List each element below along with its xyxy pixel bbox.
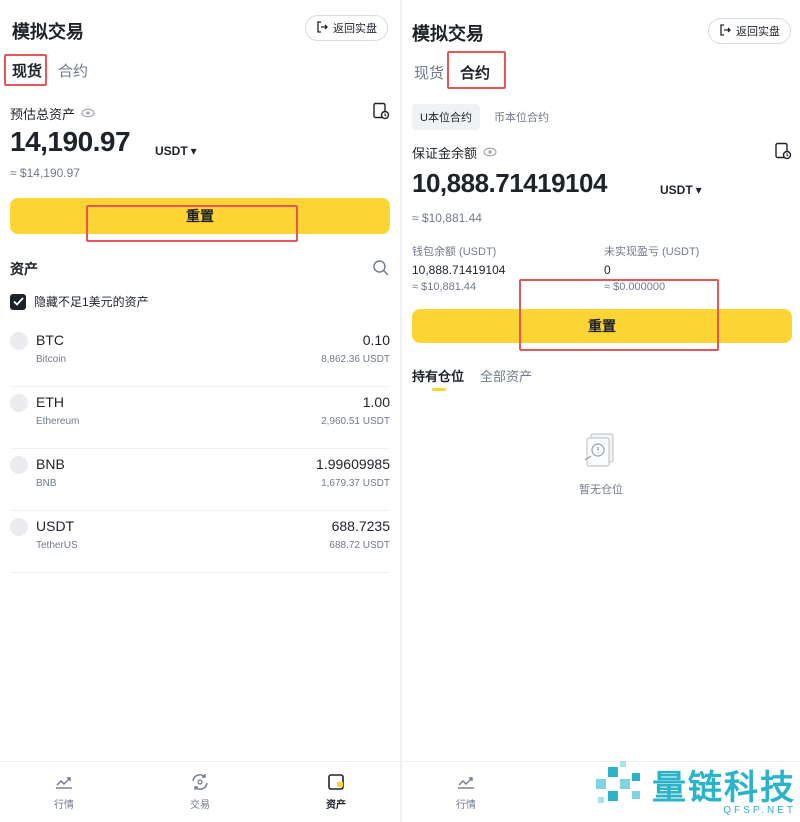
coin-name: BNB — [36, 478, 57, 489]
nav-market-label: 行情 — [54, 800, 74, 811]
coin-amount: 0.10 — [362, 332, 390, 348]
coin-amount: 688.7235 — [331, 518, 390, 534]
coin-icon — [10, 332, 28, 350]
margin-value: 10,888.71419104 — [412, 168, 607, 198]
assets-title: 资产 — [10, 261, 38, 277]
caret-down-icon: ▾ — [695, 183, 702, 197]
coin-name: Bitcoin — [36, 354, 67, 365]
coin-amount: 1.99609985 — [316, 456, 390, 472]
highlight-box — [4, 54, 47, 86]
tab-all-assets[interactable]: 全部资产 — [480, 366, 532, 385]
coin-icon — [10, 456, 28, 474]
coin-usd-value: 8,862.36 USDT — [321, 354, 390, 365]
nav-trade-label: 交易 — [190, 800, 210, 811]
wallet-icon — [306, 772, 366, 792]
tab-futures[interactable]: 合约 — [56, 60, 90, 81]
coin-symbol: ETH — [36, 394, 64, 410]
coin-usd-value: 688.72 USDT — [329, 540, 390, 551]
tab-positions[interactable]: 持有仓位 — [412, 366, 464, 385]
active-tab-indicator — [432, 388, 446, 391]
unit-selector[interactable]: USDT ▾ — [660, 183, 702, 197]
empty-positions: 暂无仓位 — [402, 430, 800, 497]
back-to-live-button[interactable]: 返回实盘 — [708, 18, 791, 44]
empty-document-icon — [581, 433, 621, 474]
coin-amount: 1.00 — [362, 394, 390, 410]
coin-symbol: BTC — [36, 332, 64, 348]
eye-icon[interactable] — [483, 145, 497, 160]
nav-assets-label: 资产 — [326, 800, 346, 811]
nav-market[interactable]: 行情 — [436, 772, 496, 811]
search-icon[interactable] — [372, 259, 390, 282]
margin-row: 保证金余额 — [412, 143, 497, 162]
unit-selector[interactable]: USDT ▾ — [155, 144, 197, 158]
asset-row[interactable]: USDT TetherUS 688.7235 688.72 USDT — [10, 510, 390, 573]
wallet-balance-approx: ≈ $10,881.44 — [412, 281, 477, 293]
coin-usd-value: 1,679.37 USDT — [321, 478, 390, 489]
total-approx: ≈ $14,190.97 — [10, 166, 80, 180]
unit-label: USDT — [155, 144, 188, 158]
asset-row[interactable]: BNB BNB 1.99609985 1,679.37 USDT — [10, 448, 390, 511]
subtab-coinm[interactable]: 币本位合约 — [486, 104, 557, 130]
caret-down-icon: ▾ — [190, 144, 197, 158]
unit-label: USDT — [660, 183, 693, 197]
hide-small-label: 隐藏不足1美元的资产 — [34, 295, 149, 309]
asset-row[interactable]: ETH Ethereum 1.00 2,960.51 USDT — [10, 386, 390, 449]
bottom-nav: 行情 交易 资产 — [0, 761, 400, 822]
watermark: 量链科技 QFSP.NET — [590, 757, 796, 818]
watermark-logo-icon — [590, 757, 646, 818]
nav-trade[interactable]: 交易 — [170, 772, 230, 811]
coin-name: TetherUS — [36, 540, 78, 551]
subtab-usdm[interactable]: U本位合约 — [412, 104, 480, 130]
page-title: 模拟交易 — [12, 22, 84, 42]
coin-usd-value: 2,960.51 USDT — [321, 416, 390, 427]
exit-icon — [719, 23, 731, 39]
swap-icon — [170, 772, 230, 792]
chart-line-icon — [34, 772, 94, 792]
checkbox[interactable] — [10, 293, 26, 310]
history-icon[interactable] — [774, 142, 792, 165]
unrealized-pnl-value: 0 — [604, 263, 611, 277]
back-to-live-button[interactable]: 返回实盘 — [305, 15, 388, 41]
history-icon[interactable] — [372, 102, 390, 125]
tab-spot[interactable]: 现货 — [412, 62, 446, 83]
nav-market[interactable]: 行情 — [34, 772, 94, 811]
back-to-live-label: 返回实盘 — [736, 26, 780, 38]
margin-label: 保证金余额 — [412, 146, 478, 161]
coin-name: Ethereum — [36, 416, 80, 427]
asset-row[interactable]: BTC Bitcoin 0.10 8,862.36 USDT — [10, 324, 390, 387]
back-to-live-label: 返回实盘 — [333, 23, 377, 35]
eye-icon[interactable] — [81, 106, 95, 121]
chart-line-icon — [436, 772, 496, 792]
wallet-balance-label: 钱包余额 (USDT) — [412, 246, 497, 258]
spot-panel: 模拟交易 返回实盘 现货 合约 预估总资产 14,190.97 USDT ▾ ≈… — [0, 0, 400, 822]
page-title: 模拟交易 — [412, 24, 484, 44]
exit-icon — [316, 20, 328, 36]
total-assets-value: 14,190.97 — [10, 126, 131, 157]
wallet-balance-value: 10,888.71419104 — [412, 263, 506, 277]
highlight-box — [519, 279, 719, 351]
empty-positions-text: 暂无仓位 — [579, 484, 623, 496]
watermark-text: 量链科技 — [652, 768, 796, 807]
highlight-box — [86, 205, 298, 242]
coin-symbol: BNB — [36, 456, 65, 472]
coin-symbol: USDT — [36, 518, 75, 534]
margin-approx: ≈ $10,881.44 — [412, 211, 482, 225]
coin-icon — [10, 394, 28, 412]
unrealized-pnl-label: 未实现盈亏 (USDT) — [604, 246, 700, 258]
hide-small-assets[interactable]: 隐藏不足1美元的资产 — [10, 293, 149, 310]
estimate-row: 预估总资产 — [10, 104, 95, 123]
coin-icon — [10, 518, 28, 536]
highlight-box — [447, 51, 506, 89]
nav-market-label: 行情 — [456, 800, 476, 811]
estimate-label: 预估总资产 — [10, 107, 76, 122]
nav-assets[interactable]: 资产 — [306, 772, 366, 811]
futures-panel: 模拟交易 返回实盘 现货 合约 U本位合约 币本位合约 保证金余额 10,888… — [402, 0, 800, 822]
